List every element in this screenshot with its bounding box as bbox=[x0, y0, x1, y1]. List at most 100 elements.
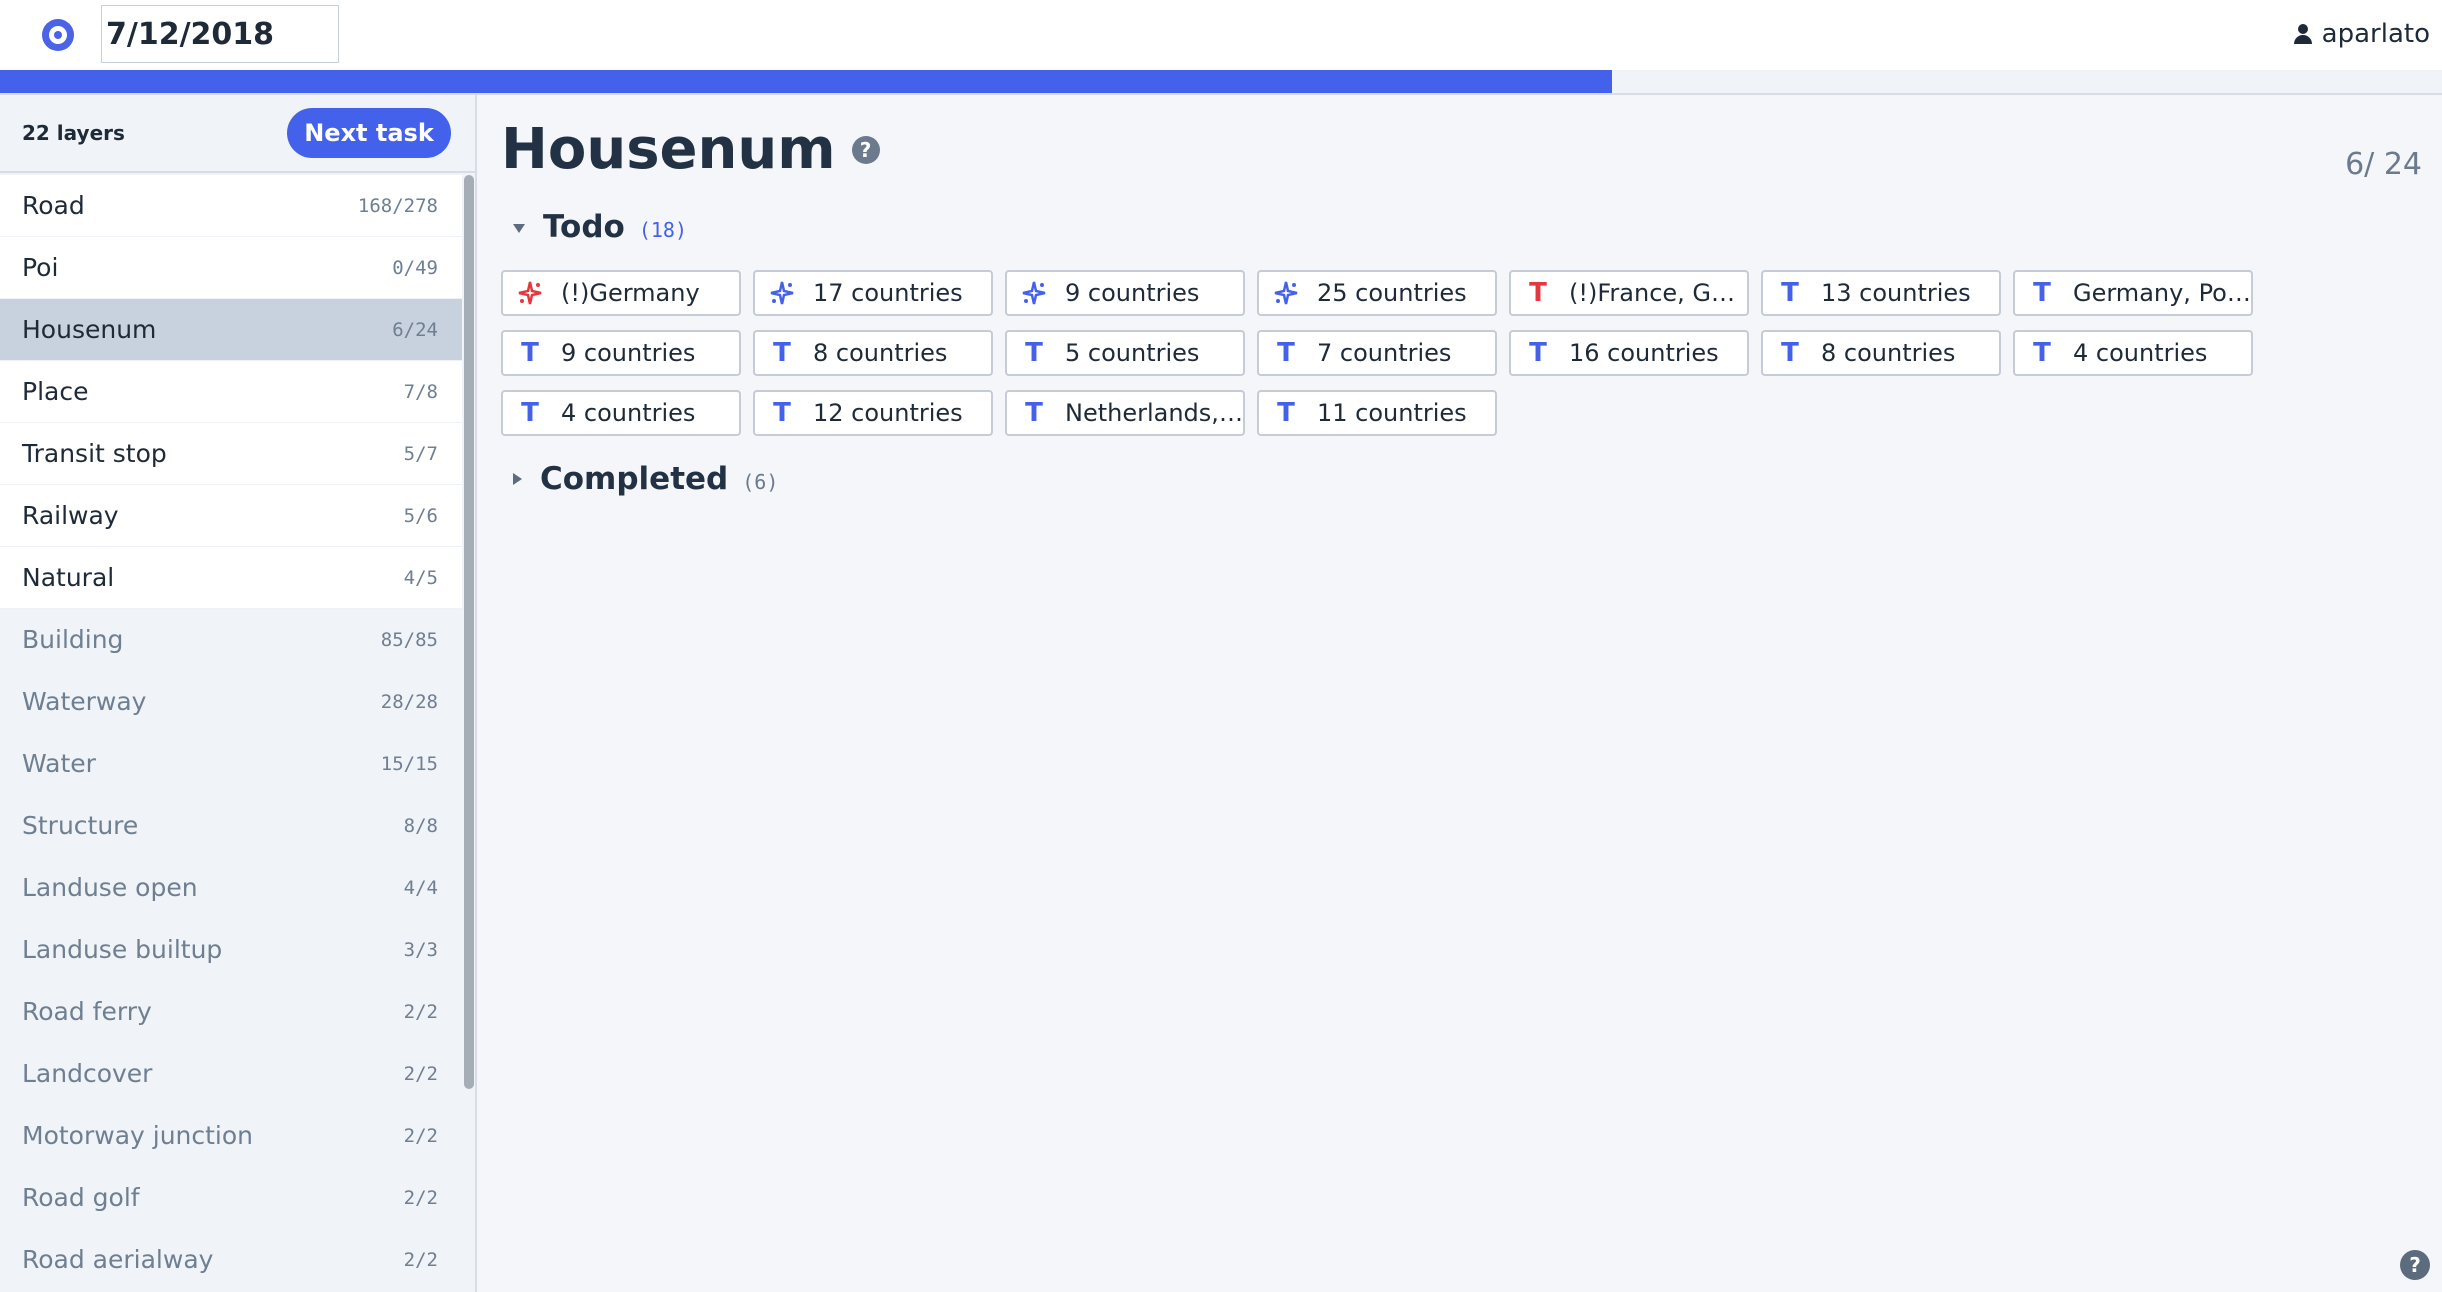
layer-name: Railway bbox=[22, 501, 119, 530]
layer-item[interactable]: Place 7/8 bbox=[0, 361, 462, 423]
task-chip[interactable]: T Netherlands, ... bbox=[1005, 390, 1245, 436]
todo-label: Todo bbox=[543, 209, 625, 245]
layer-name: Landuse open bbox=[22, 873, 198, 902]
task-chip[interactable]: T 13 countries bbox=[1761, 270, 2001, 316]
task-label: 17 countries bbox=[813, 279, 963, 307]
layer-item[interactable]: Road ferry 2/2 bbox=[0, 981, 462, 1043]
layer-name: Poi bbox=[22, 253, 59, 282]
task-chip[interactable]: T Germany, Pol... bbox=[2013, 270, 2253, 316]
layer-item[interactable]: Landuse builtup 3/3 bbox=[0, 919, 462, 981]
layer-name: Place bbox=[22, 377, 89, 406]
next-task-button[interactable]: Next task bbox=[287, 108, 451, 158]
layer-item[interactable]: Road aerialway 2/2 bbox=[0, 1229, 462, 1291]
layer-progress-count: 4/4 bbox=[403, 876, 438, 899]
layer-item[interactable]: Water 15/15 bbox=[0, 733, 462, 795]
help-icon[interactable]: ? bbox=[851, 135, 880, 164]
task-chip[interactable]: T 8 countries bbox=[1761, 330, 2001, 376]
user-icon bbox=[2293, 24, 2312, 44]
task-label: 9 countries bbox=[561, 339, 696, 367]
layer-item[interactable]: Building 85/85 bbox=[0, 609, 462, 671]
text-icon: T bbox=[773, 398, 791, 428]
layer-item[interactable]: Landuse open 4/4 bbox=[0, 857, 462, 919]
sparkle-icon bbox=[1021, 280, 1047, 306]
layer-progress-count: 2/2 bbox=[403, 1000, 438, 1023]
layer-name: Road ferry bbox=[22, 997, 152, 1026]
top-bar: aparlato bbox=[0, 0, 2442, 70]
layer-progress-count: 3/3 bbox=[403, 938, 438, 961]
completed-section-toggle[interactable]: Completed (6) bbox=[513, 461, 778, 497]
layer-progress-count: 7/8 bbox=[403, 380, 438, 403]
task-chip[interactable]: (!)Germany bbox=[501, 270, 741, 316]
todo-task-grid: (!)Germany 17 countries 9 countries 25 coun… bbox=[501, 270, 2253, 436]
task-chip[interactable]: 17 countries bbox=[753, 270, 993, 316]
task-chip[interactable]: T 7 countries bbox=[1257, 330, 1497, 376]
task-chip[interactable]: T 4 countries bbox=[501, 390, 741, 436]
task-label: 4 countries bbox=[2073, 339, 2208, 367]
layer-item[interactable]: Waterway 28/28 bbox=[0, 671, 462, 733]
sidebar-scrollbar[interactable] bbox=[464, 175, 474, 1089]
task-label: 9 countries bbox=[1065, 279, 1200, 307]
completed-label: Completed bbox=[540, 461, 729, 497]
layer-name: Waterway bbox=[22, 687, 147, 716]
task-label: 12 countries bbox=[813, 399, 963, 427]
task-chip[interactable]: T 11 countries bbox=[1257, 390, 1497, 436]
sparkle-icon bbox=[517, 280, 543, 306]
date-field[interactable] bbox=[101, 5, 339, 63]
task-label: (!)France, Ger... bbox=[1569, 279, 1747, 307]
task-chip[interactable]: 9 countries bbox=[1005, 270, 1245, 316]
task-chip[interactable]: T 5 countries bbox=[1005, 330, 1245, 376]
layer-name: Road bbox=[22, 191, 85, 220]
layer-name: Motorway junction bbox=[22, 1121, 254, 1150]
caret-right-icon bbox=[513, 473, 522, 485]
todo-section-toggle[interactable]: Todo (18) bbox=[513, 209, 687, 245]
help-corner-icon[interactable]: ? bbox=[2400, 1250, 2430, 1280]
task-label: 4 countries bbox=[561, 399, 696, 427]
task-chip[interactable]: T 4 countries bbox=[2013, 330, 2253, 376]
sparkle-icon bbox=[769, 280, 795, 306]
task-label: 16 countries bbox=[1569, 339, 1719, 367]
layer-name: Building bbox=[22, 625, 124, 654]
task-label: 5 countries bbox=[1065, 339, 1200, 367]
layer-progress-count: 0/49 bbox=[392, 256, 438, 279]
text-icon: T bbox=[521, 338, 539, 368]
layer-item[interactable]: Motorway junction 2/2 bbox=[0, 1105, 462, 1167]
text-icon: T bbox=[773, 338, 791, 368]
task-chip[interactable]: T 9 countries bbox=[501, 330, 741, 376]
text-icon: T bbox=[2033, 338, 2051, 368]
layer-name: Housenum bbox=[22, 315, 157, 344]
progress-bar bbox=[0, 70, 2442, 95]
layer-title-row: Housenum ? bbox=[501, 117, 880, 182]
layer-progress-count: 4/5 bbox=[403, 566, 438, 589]
layer-progress-count: 2/2 bbox=[403, 1186, 438, 1209]
layer-progress-count: 5/6 bbox=[403, 504, 438, 527]
task-chip[interactable]: T (!)France, Ger... bbox=[1509, 270, 1749, 316]
layer-item[interactable]: Railway 5/6 bbox=[0, 485, 462, 547]
task-chip[interactable]: T 12 countries bbox=[753, 390, 993, 436]
layer-progress-count: 168/278 bbox=[357, 194, 438, 217]
user-menu[interactable]: aparlato bbox=[2293, 16, 2430, 52]
layer-progress-count: 2/2 bbox=[403, 1124, 438, 1147]
layer-progress-count: 8/8 bbox=[403, 814, 438, 837]
text-icon: T bbox=[1277, 338, 1295, 368]
layer-item[interactable]: Road 168/278 bbox=[0, 175, 462, 237]
layer-item[interactable]: Natural 4/5 bbox=[0, 547, 462, 609]
task-chip[interactable]: T 8 countries bbox=[753, 330, 993, 376]
layer-item[interactable]: Housenum 6/24 bbox=[0, 299, 462, 361]
task-chip[interactable]: T 16 countries bbox=[1509, 330, 1749, 376]
layer-item[interactable]: Landcover 2/2 bbox=[0, 1043, 462, 1105]
layer-name: Structure bbox=[22, 811, 139, 840]
app-logo-icon[interactable] bbox=[42, 19, 74, 51]
layer-name: Transit stop bbox=[22, 439, 167, 468]
sparkle-icon bbox=[1273, 280, 1299, 306]
layer-progress-count: 28/28 bbox=[380, 690, 438, 713]
text-icon: T bbox=[1277, 398, 1295, 428]
text-icon: T bbox=[1529, 338, 1547, 368]
layer-item[interactable]: Structure 8/8 bbox=[0, 795, 462, 857]
text-icon: T bbox=[1781, 278, 1799, 308]
layer-item[interactable]: Road golf 2/2 bbox=[0, 1167, 462, 1229]
layer-item[interactable]: Poi 0/49 bbox=[0, 237, 462, 299]
layer-progress-count: 2/2 bbox=[403, 1062, 438, 1085]
task-chip[interactable]: 25 countries bbox=[1257, 270, 1497, 316]
task-label: 11 countries bbox=[1317, 399, 1467, 427]
layer-item[interactable]: Transit stop 5/7 bbox=[0, 423, 462, 485]
